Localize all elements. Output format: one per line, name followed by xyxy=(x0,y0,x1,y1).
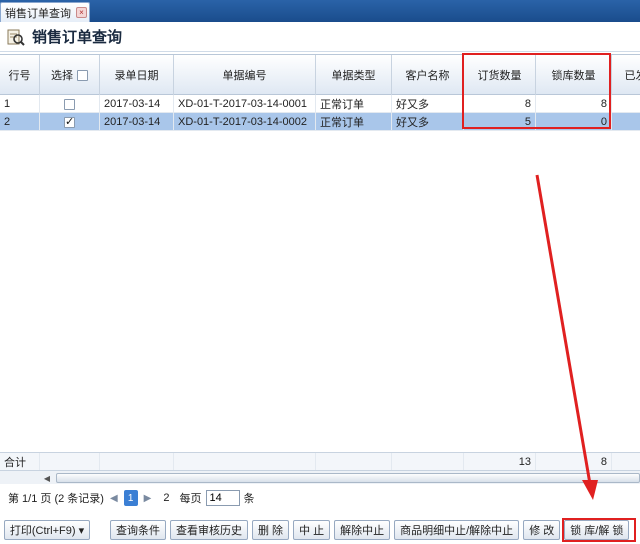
row-checkbox[interactable] xyxy=(64,98,75,110)
select-all-checkbox[interactable] xyxy=(77,69,88,81)
row-customer: 好又多 xyxy=(392,95,464,113)
row-shipped xyxy=(612,113,640,131)
row-lock-qty: 0 xyxy=(536,113,612,131)
per-page-label: 每页 xyxy=(179,493,202,505)
totals-empty xyxy=(612,453,640,471)
tab-label: 销售订单查询 xyxy=(5,7,71,20)
page-info: 第 1/1 页 (2 条记录) xyxy=(8,493,104,505)
row-customer: 好又多 xyxy=(392,113,464,131)
col-select[interactable]: 选择 xyxy=(40,55,100,95)
col-select-label: 选择 xyxy=(51,70,73,82)
row-order-qty: 8 xyxy=(464,95,536,113)
tab-bar: 销售订单查询 × xyxy=(0,0,640,22)
row-lock-qty: 8 xyxy=(536,95,612,113)
row-type: 正常订单 xyxy=(316,95,392,113)
scrollbar-thumb[interactable] xyxy=(56,473,640,483)
last-page-button[interactable]: 2 xyxy=(163,492,169,504)
col-code[interactable]: 单据编号 xyxy=(174,55,316,95)
totals-empty xyxy=(174,453,316,471)
totals-order-qty: 13 xyxy=(464,453,536,471)
totals-empty xyxy=(392,453,464,471)
totals-empty xyxy=(316,453,392,471)
totals-row: 合计 13 8 xyxy=(0,452,640,471)
row-no: 2 xyxy=(0,113,40,131)
row-shipped xyxy=(612,95,640,113)
col-order-qty[interactable]: 订货数量 xyxy=(464,55,536,95)
order-grid: 行号 选择 录单日期 单据编号 单据类型 客户名称 订货数量 锁库数量 已发 1… xyxy=(0,54,640,484)
totals-lock-qty: 8 xyxy=(536,453,612,471)
col-row-no[interactable]: 行号 xyxy=(0,55,40,95)
totals-empty xyxy=(100,453,174,471)
lock-unlock-button[interactable]: 锁 库/解 锁 xyxy=(564,520,630,540)
row-checkbox[interactable] xyxy=(64,115,75,128)
edit-button[interactable]: 修 改 xyxy=(523,520,561,540)
print-button[interactable]: 打印(Ctrl+F9) ▾ xyxy=(4,520,90,540)
scroll-left-icon[interactable]: ◀ xyxy=(40,471,54,484)
row-date: 2017-03-14 xyxy=(100,95,174,113)
stop-button[interactable]: 中 止 xyxy=(293,520,331,540)
row-select-cell xyxy=(40,95,100,113)
grid-header: 行号 选择 录单日期 单据编号 单据类型 客户名称 订货数量 锁库数量 已发 xyxy=(0,55,640,95)
title-bar: 销售订单查询 xyxy=(0,22,640,52)
current-page-button[interactable]: 1 xyxy=(123,490,138,506)
col-type[interactable]: 单据类型 xyxy=(316,55,392,95)
row-code: XD-01-T-2017-03-14-0001 xyxy=(174,95,316,113)
row-no: 1 xyxy=(0,95,40,113)
table-row-selected[interactable]: 2 2017-03-14 XD-01-T-2017-03-14-0002 正常订… xyxy=(0,113,640,131)
action-toolbar: 打印(Ctrl+F9) ▾ 查询条件 查看审核历史 删 除 中 止 解除中止 商… xyxy=(0,517,640,543)
tab-sales-order-query[interactable]: 销售订单查询 × xyxy=(0,2,90,22)
per-page-input[interactable] xyxy=(205,490,240,506)
col-customer[interactable]: 客户名称 xyxy=(392,55,464,95)
col-date[interactable]: 录单日期 xyxy=(100,55,174,95)
row-code: XD-01-T-2017-03-14-0002 xyxy=(174,113,316,131)
col-shipped[interactable]: 已发 xyxy=(612,55,640,95)
totals-label: 合计 xyxy=(0,453,40,471)
query-conditions-button[interactable]: 查询条件 xyxy=(110,520,166,540)
table-row[interactable]: 1 2017-03-14 XD-01-T-2017-03-14-0001 正常订… xyxy=(0,95,640,113)
row-order-qty: 5 xyxy=(464,113,536,131)
next-page-button[interactable]: ▶ xyxy=(142,493,154,504)
page-title: 销售订单查询 xyxy=(32,29,123,46)
item-stop-button[interactable]: 商品明细中止/解除中止 xyxy=(394,520,520,540)
search-document-icon xyxy=(6,27,26,47)
col-lock-qty[interactable]: 锁库数量 xyxy=(536,55,612,95)
unstop-button[interactable]: 解除中止 xyxy=(334,520,391,540)
row-select-cell xyxy=(40,113,100,131)
first-page-button[interactable]: ◀ xyxy=(108,493,120,504)
horizontal-scrollbar[interactable]: ◀ xyxy=(0,470,640,484)
audit-history-button[interactable]: 查看审核历史 xyxy=(170,520,248,540)
row-date: 2017-03-14 xyxy=(100,113,174,131)
per-page-unit: 条 xyxy=(243,493,255,505)
tab-close-icon[interactable]: × xyxy=(76,7,87,18)
delete-button[interactable]: 删 除 xyxy=(252,520,290,540)
pager: 第 1/1 页 (2 条记录) ◀ 1 ▶ 2 每页 条 xyxy=(0,486,640,510)
row-type: 正常订单 xyxy=(316,113,392,131)
totals-empty xyxy=(40,453,100,471)
